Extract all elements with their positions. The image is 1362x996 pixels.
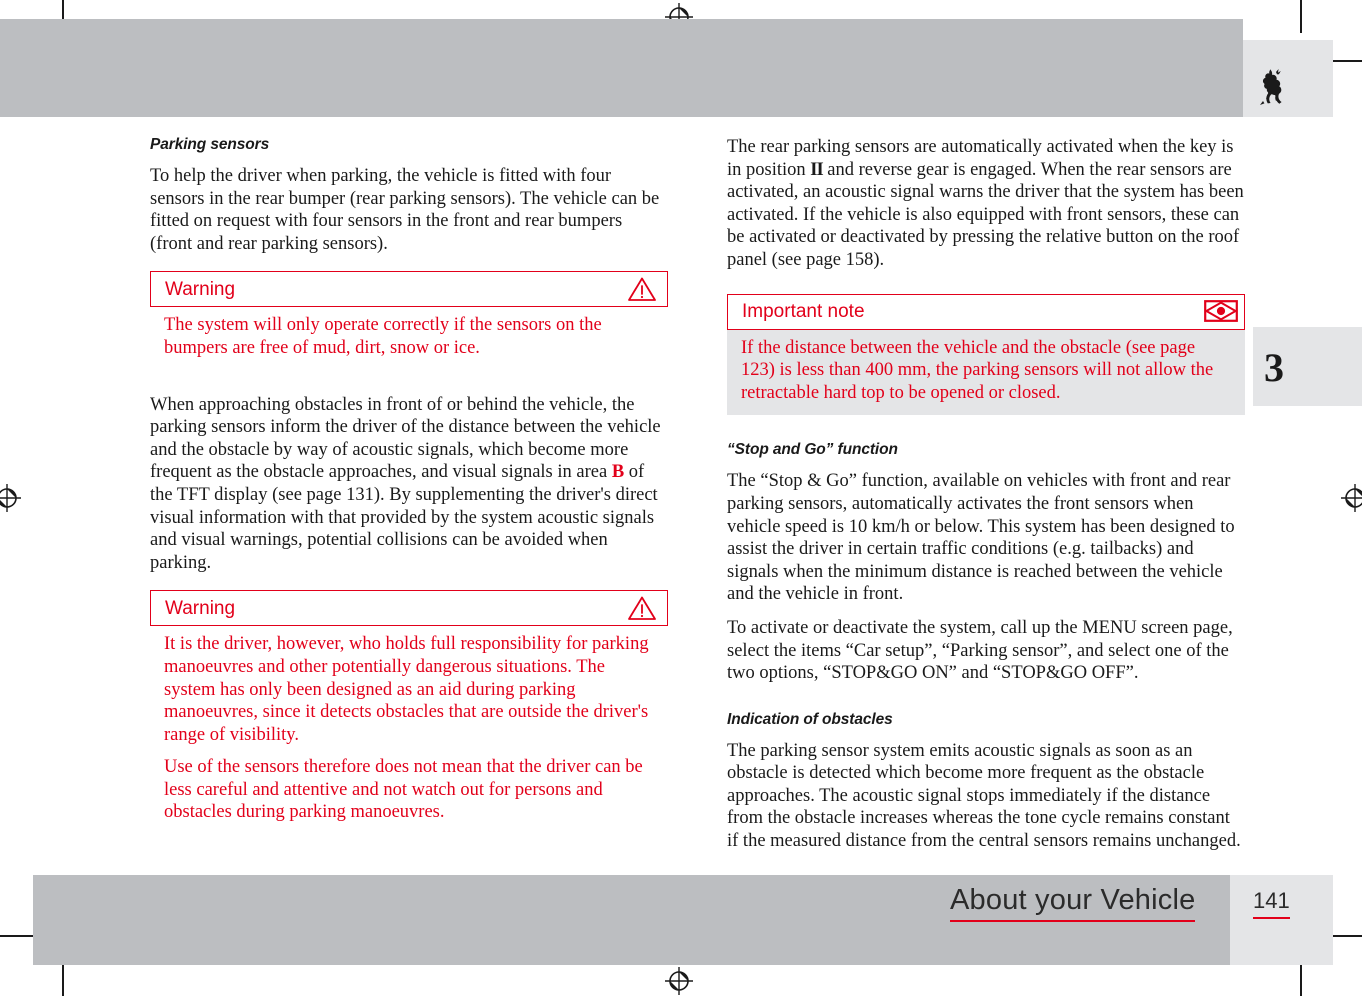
crop-mark-bottom-right-vertical — [1300, 965, 1302, 996]
section-heading-indication-of-obstacles: Indication of obstacles — [727, 710, 893, 728]
page-header-bar — [0, 19, 1243, 117]
warning-callout-2-title: Warning — [165, 597, 236, 619]
section-heading-parking-sensors: Parking sensors — [150, 136, 270, 153]
warning-callout-2-body: It is the driver, however, who holds ful… — [150, 626, 668, 830]
registration-mark-left-middle — [0, 483, 22, 513]
important-note-body: If the distance between the vehicle and … — [727, 329, 1245, 416]
paragraph-intro: To help the driver when parking, the veh… — [150, 166, 660, 254]
crop-mark-bottom-left-horizontal — [0, 935, 33, 937]
important-note-header: Important note — [727, 293, 1245, 330]
paragraph-approaching-obstacles: When approaching obstacles in front of o… — [150, 394, 668, 575]
crop-mark-top-right-horizontal — [1330, 60, 1362, 62]
warning-triangle-icon — [627, 276, 657, 302]
area-reference-b: B — [611, 462, 625, 483]
warning-callout-1-title: Warning — [165, 278, 236, 300]
warning-callout-1: Warning The system will only operate cor… — [150, 271, 668, 365]
paragraph-indication-of-obstacles: The parking sensor system emits acoustic… — [727, 740, 1241, 852]
right-text-column: The rear parking sensors are automatical… — [727, 136, 1245, 853]
warning-callout-1-body: The system will only operate correctly i… — [150, 307, 668, 365]
header-logo-block — [1243, 40, 1333, 117]
callout-spacer — [150, 380, 668, 394]
footer-page-number: 141 — [1253, 888, 1290, 919]
important-note-title: Important note — [742, 301, 865, 323]
key-position-indicator: II — [810, 159, 823, 180]
section-heading-stop-and-go: “Stop and Go” function — [727, 441, 898, 459]
warning-triangle-icon — [627, 595, 657, 621]
warning-callout-1-header: Warning — [150, 271, 668, 308]
warning-callout-1-text: The system will only operate correctly i… — [164, 315, 602, 358]
crop-mark-bottom-right-horizontal — [1330, 935, 1362, 937]
warning-callout-2-header: Warning — [150, 590, 668, 627]
crop-mark-top-right-vertical — [1300, 0, 1302, 33]
paragraph-stop-and-go-2: To activate or deactivate the system, ca… — [727, 617, 1233, 684]
registration-mark-bottom-center — [664, 966, 694, 996]
warning-callout-2-text-1: It is the driver, however, who holds ful… — [164, 634, 649, 745]
important-note-text: If the distance between the vehicle and … — [741, 337, 1214, 403]
chapter-number: 3 — [1264, 345, 1284, 390]
paragraph-approaching-part1: When approaching obstacles in front of o… — [150, 394, 661, 483]
paragraph-rear-sensors: The rear parking sensors are automatical… — [727, 136, 1245, 272]
ferrari-prancing-horse-logo-icon — [1258, 68, 1286, 106]
important-note-callout: Important note If the distance between t… — [727, 293, 1245, 416]
crop-mark-bottom-left-vertical — [62, 965, 64, 996]
warning-callout-2: Warning It is the driver, however, who h… — [150, 590, 668, 830]
left-text-column: Parking sensors To help the driver when … — [150, 136, 668, 844]
footer-section-title: About your Vehicle — [950, 884, 1196, 922]
registration-mark-right-middle — [1340, 483, 1362, 513]
paragraph-stop-and-go-1: The “Stop & Go” function, available on v… — [727, 471, 1235, 605]
eye-in-rectangle-icon — [1204, 299, 1238, 325]
warning-callout-2-text-2: Use of the sensors therefore does not me… — [164, 757, 643, 823]
